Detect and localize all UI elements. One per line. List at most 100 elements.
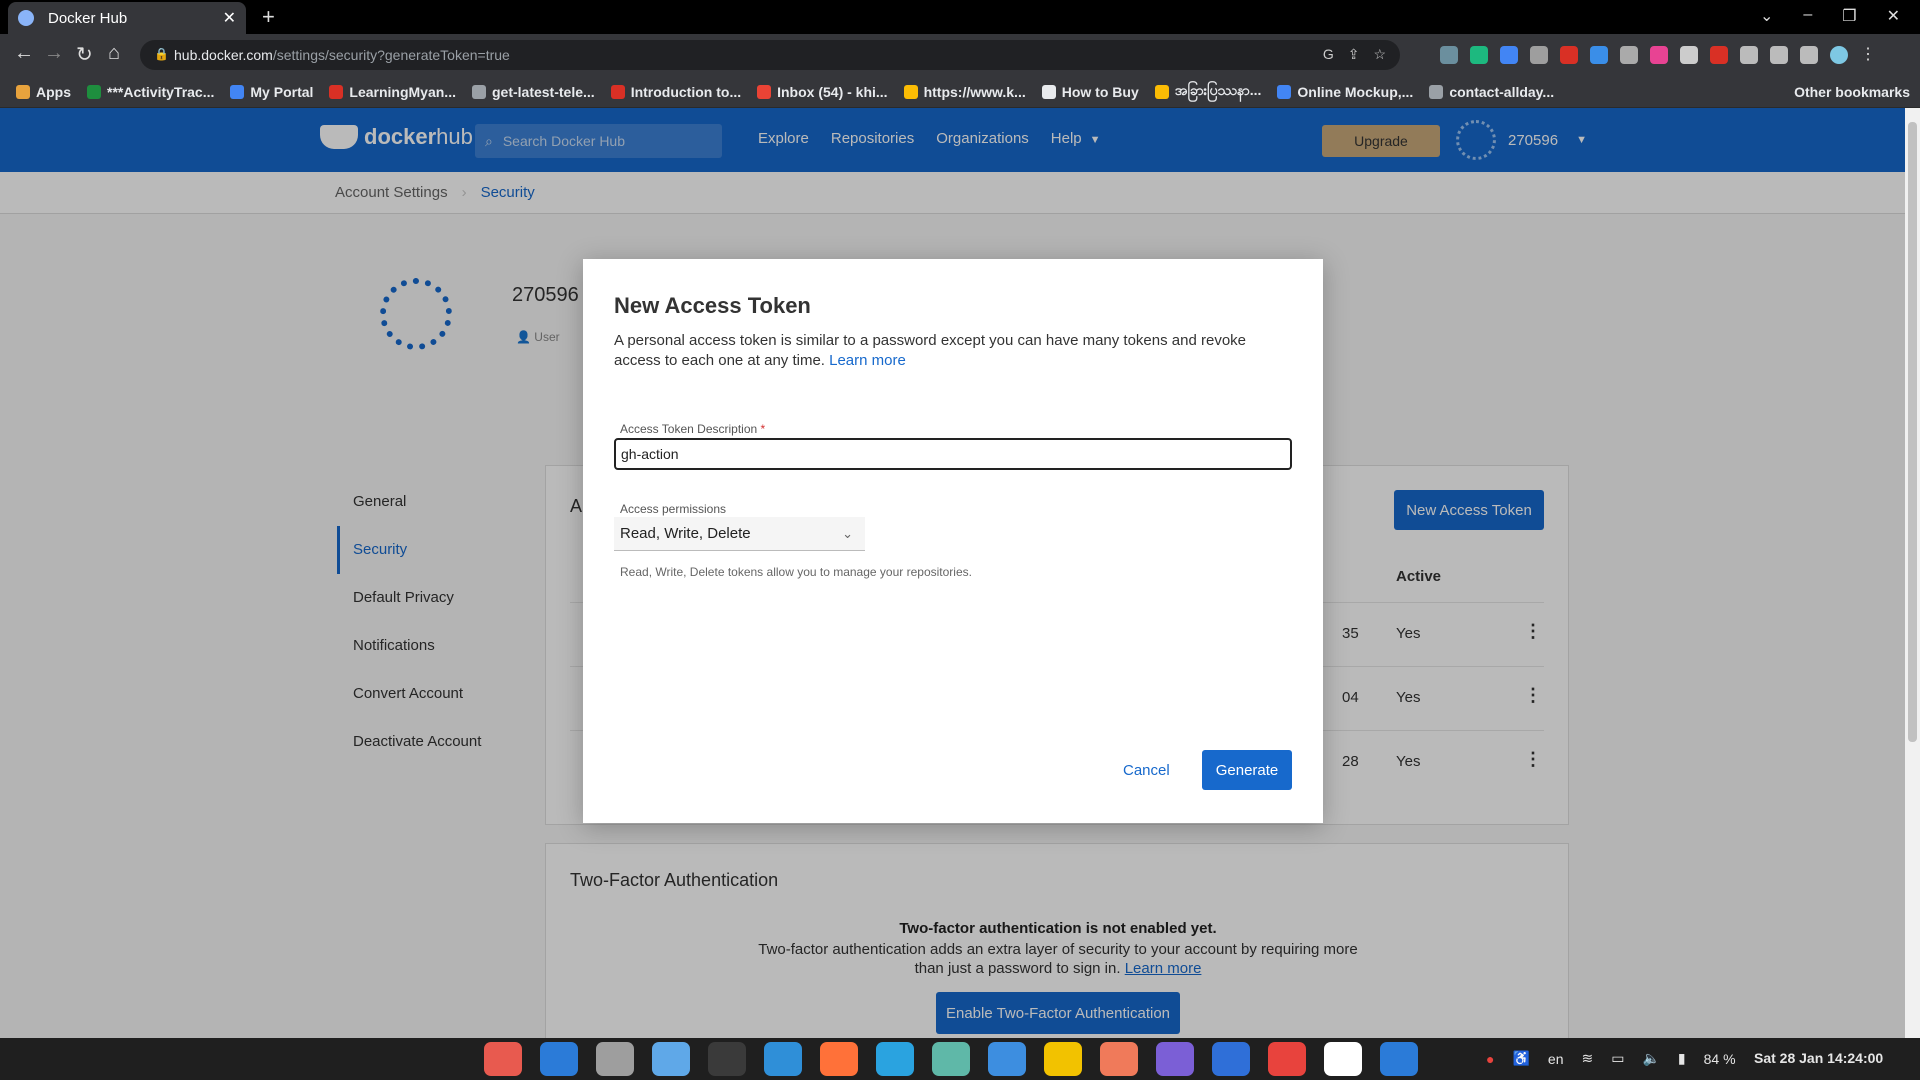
dock-app-icon[interactable] [484, 1042, 522, 1076]
bookmarks-bar: Apps ***ActivityTrac... My Portal LearningM… [0, 76, 1920, 108]
dock-app-icon[interactable] [820, 1042, 858, 1076]
bookmark-label: https://www.k... [923, 83, 1026, 100]
dock-app-icon[interactable] [1268, 1042, 1306, 1076]
dock-app-icon[interactable] [596, 1042, 634, 1076]
dock-app-icon[interactable] [1212, 1042, 1250, 1076]
dock-app-icon[interactable] [876, 1042, 914, 1076]
sidepanel-icon[interactable] [1800, 46, 1818, 64]
token-description-field[interactable] [614, 438, 1292, 470]
extension-icon[interactable] [1440, 46, 1458, 64]
dock-app-icon[interactable] [932, 1042, 970, 1076]
chat-icon[interactable] [1590, 46, 1608, 64]
bookmark-favicon-icon [903, 84, 918, 99]
volume-icon[interactable]: 🔈 [1642, 1050, 1659, 1067]
menu-kebab-icon[interactable]: ⋮ [1860, 46, 1878, 64]
wifi-icon[interactable]: ≋ [1581, 1050, 1593, 1067]
bookmark-favicon-icon [610, 84, 625, 99]
reading-list-icon[interactable] [1770, 46, 1788, 64]
bookmark-item[interactable]: ***ActivityTrac... [87, 84, 214, 100]
home-icon[interactable]: ⌂ [108, 42, 120, 65]
notification-icon[interactable]: ● [1486, 1051, 1494, 1067]
dock-app-icon[interactable] [1044, 1042, 1082, 1076]
other-bookmarks[interactable]: Other bookmarks [1794, 84, 1910, 100]
extension-icon[interactable] [1650, 46, 1668, 64]
dock-app-icon[interactable] [1380, 1042, 1418, 1076]
app-dock [484, 1042, 1418, 1076]
puzzle-icon[interactable] [1740, 46, 1758, 64]
url-field[interactable]: 🔒 hub.docker.com/settings/security?gener… [140, 40, 1400, 70]
bookmark-item[interactable]: get-latest-tele... [471, 83, 595, 100]
bookmark-label: get-latest-tele... [491, 83, 595, 100]
clock[interactable]: Sat 28 Jan 14:24:00 [1754, 1050, 1883, 1066]
extension-icon[interactable] [1710, 46, 1728, 64]
dock-app-icon[interactable] [988, 1042, 1026, 1076]
bookmark-label: My Portal [250, 83, 314, 100]
dock-app-icon[interactable] [540, 1042, 578, 1076]
dock-app-icon[interactable] [708, 1042, 746, 1076]
close-window-icon[interactable]: ✕ [1887, 6, 1900, 26]
language-indicator[interactable]: en [1548, 1051, 1564, 1067]
learn-more-link[interactable]: Learn more [829, 352, 906, 369]
bookmark-item[interactable]: https://www.k... [903, 83, 1026, 100]
url-host: hub.docker.com [174, 47, 273, 63]
bookmark-star-icon[interactable]: ☆ [1373, 46, 1386, 63]
access-permissions-select[interactable]: Read, Write, Delete ⌄ [614, 517, 865, 551]
bookmark-item[interactable]: Inbox (54) - khi... [757, 83, 888, 100]
token-description-label-text: Access Token Description [620, 422, 758, 436]
dock-app-icon[interactable] [1324, 1042, 1362, 1076]
lock-icon: 🔒 [154, 47, 169, 61]
dock-app-icon[interactable] [764, 1042, 802, 1076]
bookmark-label: Online Mockup,... [1297, 83, 1414, 100]
bookmark-label: Apps [36, 83, 71, 100]
bookmark-item[interactable]: Apps [16, 84, 71, 100]
dock-app-icon[interactable] [1100, 1042, 1138, 1076]
bookmark-favicon-icon [16, 84, 30, 99]
extension-icon[interactable] [1620, 46, 1638, 64]
bookmark-item[interactable]: Introduction to... [610, 83, 742, 100]
share-icon[interactable]: ⇪ [1348, 46, 1360, 63]
bookmark-item[interactable]: How to Buy [1041, 84, 1139, 100]
dock-app-icon[interactable] [652, 1042, 690, 1076]
battery-icon[interactable]: ▮ [1678, 1050, 1686, 1067]
chevron-down-icon: ⌄ [842, 526, 853, 541]
dock-app-icon[interactable] [1156, 1042, 1194, 1076]
battery-level: 84 % [1703, 1050, 1736, 1067]
new-tab-button[interactable]: + [262, 4, 275, 30]
restore-icon[interactable]: ❐ [1842, 6, 1856, 26]
scrollbar-thumb[interactable] [1908, 122, 1917, 742]
cancel-button[interactable]: Cancel [1123, 762, 1170, 779]
url-path: /settings/security?generateToken=true [272, 47, 510, 63]
system-tray: ● ♿ en ≋ ▭ 🔈 ▮ 84 % [1486, 1050, 1736, 1067]
bookmark-favicon-icon [757, 84, 772, 99]
tab-close-icon[interactable]: ✕ [223, 8, 236, 28]
page-scrollbar[interactable] [1905, 108, 1920, 1038]
minimize-icon[interactable]: – [1803, 6, 1812, 26]
browser-tab[interactable]: Docker Hub ✕ [8, 2, 246, 34]
adblock-icon[interactable] [1560, 46, 1578, 64]
dialog-title: New Access Token [614, 293, 811, 318]
accessibility-icon[interactable]: ♿ [1512, 1050, 1529, 1067]
bookmark-item[interactable]: Online Mockup,... [1277, 84, 1413, 100]
extension-icon[interactable] [1530, 46, 1548, 64]
bookmark-label: Inbox (54) - khi... [777, 83, 888, 100]
tab-search-icon[interactable]: ⌄ [1760, 6, 1773, 26]
bookmark-item[interactable]: အခြားပြဿနာ... [1154, 81, 1261, 102]
extension-icon[interactable] [1680, 46, 1698, 64]
reload-icon[interactable]: ↻ [76, 42, 93, 67]
forward-icon[interactable]: → [44, 42, 64, 65]
bookmark-favicon-icon [1277, 84, 1292, 99]
generate-button[interactable]: Generate [1202, 750, 1292, 790]
token-description-label: Access Token Description * [620, 422, 765, 436]
bookmark-label: ***ActivityTrac... [107, 83, 215, 100]
google-icon[interactable]: G [1323, 46, 1334, 63]
profile-avatar-icon[interactable] [1830, 46, 1848, 64]
back-icon[interactable]: ← [14, 42, 34, 65]
bookmark-label: Introduction to... [630, 83, 742, 100]
bookmark-item[interactable]: My Portal [230, 84, 313, 100]
vpn-icon[interactable]: ▭ [1611, 1050, 1624, 1067]
bookmark-item[interactable]: contact-allday... [1429, 84, 1554, 100]
translate-icon[interactable] [1500, 46, 1518, 64]
bookmark-item[interactable]: LearningMyan... [329, 84, 456, 100]
extension-icon[interactable] [1470, 46, 1488, 64]
bookmark-favicon-icon [1154, 84, 1169, 99]
